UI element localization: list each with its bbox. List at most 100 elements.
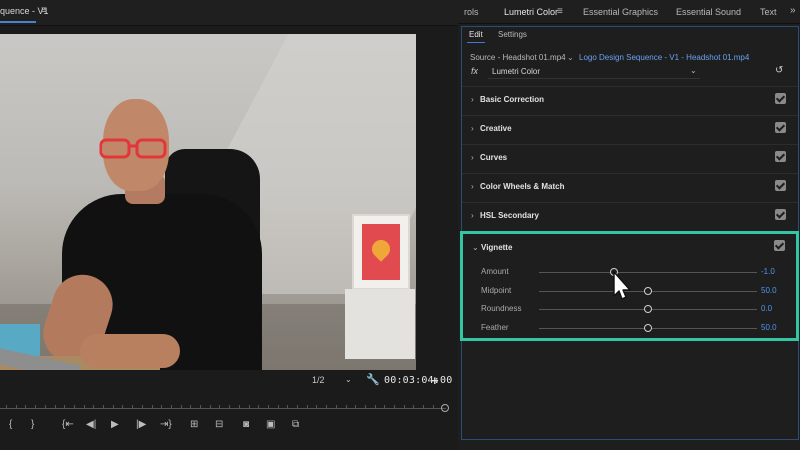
settings-wrench-icon[interactable]: 🔧 [366,373,380,386]
ruler-tick [345,405,347,408]
section-color-wheels-match[interactable]: › Color Wheels & Match [462,173,798,202]
lift-icon[interactable]: ⊞ [190,419,198,431]
section-enable-checkbox[interactable] [775,93,786,104]
tab-text[interactable]: Text [760,7,777,17]
ruler-tick [248,405,250,408]
ruler-tick [238,405,240,408]
section-enable-checkbox[interactable] [775,122,786,133]
subtab-edit[interactable]: Edit [469,30,483,39]
insert-icon[interactable]: ▣ [266,419,275,431]
mark-in-icon[interactable]: { [9,419,12,431]
effect-select[interactable]: Lumetri Color ⌄ [488,66,700,79]
tab-essential-sound[interactable]: Essential Sound [676,7,741,17]
chevron-right-icon[interactable]: › [471,95,474,104]
tab-lumetri-color[interactable]: Lumetri Color [504,7,558,17]
video-picture-frame [352,214,410,290]
ruler-tick [44,405,46,408]
section-title[interactable]: Color Wheels & Match [480,182,564,191]
ruler-tick [364,405,366,408]
ruler-tick [267,405,269,408]
tab-effect-controls[interactable]: rols [464,7,479,17]
chevron-down-icon[interactable]: ⌄ [472,243,479,252]
section-creative[interactable]: › Creative [462,115,798,144]
effect-row: fx Lumetri Color ⌄ ↺ [468,65,798,80]
ruler-tick [6,405,7,408]
more-tabs-icon[interactable]: » [790,5,796,16]
ruler-tick [25,405,27,408]
ruler-line [0,408,446,409]
subtab-settings[interactable]: Settings [498,30,527,39]
ruler-tick [394,405,395,408]
feather-label: Feather [481,323,509,332]
section-curves[interactable]: › Curves [462,144,798,173]
source-clip-label: Source - Headshot 01.mp4 [470,53,566,62]
ruler-tick [432,405,434,408]
step-back-icon[interactable]: ◀| [86,419,96,431]
reset-icon[interactable]: ↺ [775,65,783,76]
go-to-out-icon[interactable]: ⇥} [160,419,172,431]
section-enable-checkbox[interactable] [775,180,786,191]
ruler-tick [423,405,425,408]
ruler-tick [170,405,172,408]
ruler-tick [151,405,153,408]
section-title[interactable]: Basic Correction [480,95,544,104]
section-title[interactable]: Creative [480,124,512,133]
extract-icon[interactable]: ⊟ [215,419,223,431]
chevron-right-icon[interactable]: › [471,211,474,220]
transport-bar: {} {⇤ ◀| ▶ |▶ ⇥} ⊞ ⊟ ◙ ▣ ⧉ [0,417,458,435]
chevron-down-icon: ⌄ [345,375,352,384]
roundness-slider-thumb[interactable] [644,305,652,313]
section-basic-correction[interactable]: › Basic Correction [462,86,798,115]
amount-value[interactable]: -1.0 [761,267,775,276]
ruler-tick [161,405,163,408]
midpoint-value[interactable]: 50.0 [761,286,777,295]
ruler-tick [93,405,95,408]
video-stand [345,289,415,359]
ruler-tick [326,405,328,408]
go-to-in-icon[interactable]: {⇤ [62,419,74,431]
amount-slider-track[interactable] [539,272,757,273]
monitor-header: quence - V1 ≡ [0,0,458,26]
play-icon[interactable]: ▶ [111,419,119,431]
mark-out-icon[interactable]: } [31,419,34,431]
sequence-clip-link[interactable]: Logo Design Sequence - V1 - Headshot 01.… [579,53,749,62]
subtab-edit-indicator [467,42,485,43]
ruler-tick [335,405,337,408]
roundness-label: Roundness [481,304,522,313]
feather-value[interactable]: 50.0 [761,323,777,332]
section-title[interactable]: HSL Secondary [480,211,539,220]
section-hsl-secondary[interactable]: › HSL Secondary [462,202,798,231]
export-frame-icon[interactable]: ◙ [243,419,249,431]
time-ruler[interactable] [0,402,449,412]
panel-tab-bar: rols Lumetri Color ≡ Essential Graphics … [458,0,800,24]
roundness-value[interactable]: 0.0 [761,304,772,313]
button-editor-add-icon[interactable]: + [431,373,439,388]
chevron-right-icon[interactable]: › [471,182,474,191]
tab-menu-icon[interactable]: ≡ [557,6,563,17]
vignette-title[interactable]: Vignette [481,243,512,252]
ruler-tick [112,405,114,408]
chevron-down-icon[interactable]: ⌄ [567,53,574,62]
ruler-tick [64,405,66,408]
timecode[interactable]: 00:03:04:00 [384,375,452,386]
ruler-tick [277,405,279,408]
chevron-right-icon[interactable]: › [471,124,474,133]
ruler-tick [103,405,104,408]
chevron-right-icon[interactable]: › [471,153,474,162]
section-title[interactable]: Curves [480,153,507,162]
fx-icon[interactable]: fx [471,66,478,76]
feather-slider-thumb[interactable] [644,324,652,332]
step-forward-icon[interactable]: |▶ [136,419,146,431]
playhead-handle[interactable] [441,404,449,412]
ruler-tick [229,405,231,408]
tab-menu-icon[interactable]: ≡ [41,5,47,16]
tab-essential-graphics[interactable]: Essential Graphics [583,7,658,17]
section-enable-checkbox[interactable] [775,151,786,162]
section-enable-checkbox[interactable] [775,209,786,220]
midpoint-slider-thumb[interactable] [644,287,652,295]
vignette-enable-checkbox[interactable] [774,240,785,251]
video-frame [0,34,416,370]
overwrite-icon[interactable]: ⧉ [292,419,299,431]
ruler-tick [287,405,289,408]
zoom-select[interactable]: 1/2 ⌄ [312,375,356,389]
